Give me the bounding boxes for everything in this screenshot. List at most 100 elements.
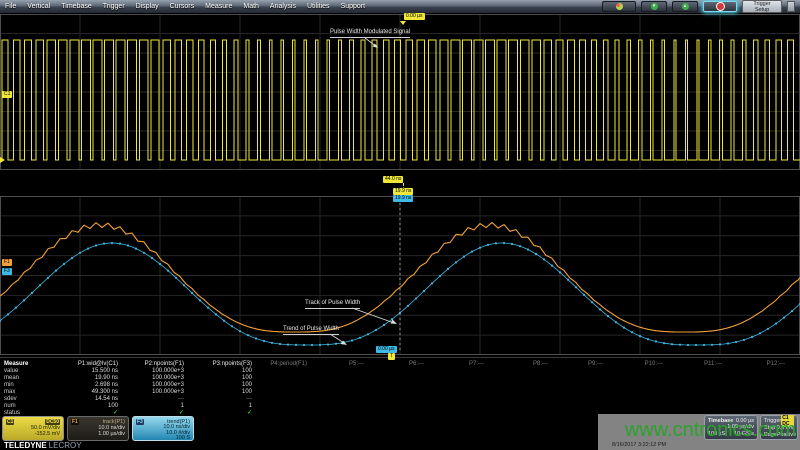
measure-table-title: Measure bbox=[4, 361, 28, 368]
stop-button[interactable] bbox=[703, 1, 737, 12]
menu-item-display[interactable]: Display bbox=[136, 3, 159, 10]
f3-trend-point bbox=[455, 261, 457, 263]
f3-trend-point bbox=[647, 338, 649, 340]
menu-item-analysis[interactable]: Analysis bbox=[270, 3, 296, 10]
measure-col-header-12[interactable]: P12:--- bbox=[767, 361, 785, 368]
menu-item-timebase[interactable]: Timebase bbox=[61, 3, 91, 10]
menu-item-measure[interactable]: Measure bbox=[205, 3, 232, 10]
measure-col-header-11[interactable]: P11:--- bbox=[704, 361, 722, 368]
f3-descriptor-box[interactable]: F3 trend(P1) 10.0 ns/div 10.0 #/div 100 … bbox=[132, 416, 194, 441]
trigger-setup-button[interactable]: Trigger Setup bbox=[742, 0, 782, 13]
c1-chip: C1 bbox=[6, 419, 14, 425]
f3-trend-point bbox=[143, 252, 145, 254]
menu-item-math[interactable]: Math bbox=[243, 3, 259, 10]
track-cursor-badge[interactable]: 19.9 ns bbox=[393, 188, 413, 195]
bottom-trend-badge[interactable]: 0.00 µs bbox=[376, 346, 397, 353]
f3-trend-point bbox=[543, 258, 545, 260]
brand-primary: TELEDYNE bbox=[4, 441, 47, 450]
measure-col-header-8[interactable]: P8:--- bbox=[533, 361, 548, 368]
f3-trend-point bbox=[303, 344, 305, 346]
menu-item-support[interactable]: Support bbox=[341, 3, 366, 10]
f3-trend-point bbox=[215, 313, 217, 315]
menu-item-vertical[interactable]: Vertical bbox=[27, 3, 50, 10]
f3-trend-point bbox=[607, 315, 609, 317]
measure-col-header-5[interactable]: P5:--- bbox=[349, 361, 364, 368]
measure-row-label-sdev: sdev bbox=[4, 396, 17, 403]
f1-function: track(P1) bbox=[103, 419, 125, 425]
measure-col-header-3[interactable]: P3:npoints(F3) bbox=[213, 361, 252, 368]
pwm-annotation: Pulse Width Modulated Signal bbox=[330, 29, 410, 38]
f3-trend-point bbox=[87, 248, 89, 250]
menu-item-utilities[interactable]: Utilities bbox=[307, 3, 330, 10]
measure-col-header-4[interactable]: P4:period(F1) bbox=[270, 361, 307, 368]
f3-trend-point bbox=[431, 282, 433, 284]
trigger-time-badge[interactable]: 0.00 µs bbox=[404, 13, 425, 20]
measure-value-p2-max: 100.000e+3 bbox=[152, 389, 184, 396]
measure-value-p3-mean: 100 bbox=[242, 375, 252, 382]
measure-value-p2-value: 100.000e+3 bbox=[152, 368, 184, 375]
c1-zero-marker[interactable] bbox=[0, 157, 5, 163]
trigger-setup-label-2: Setup bbox=[743, 7, 781, 13]
f3-trend-point bbox=[183, 284, 185, 286]
measure-col-header-1[interactable]: P1:wid@lv(C1) bbox=[78, 361, 118, 368]
menubar-corner[interactable] bbox=[787, 1, 795, 12]
f3-trend-point bbox=[687, 344, 689, 346]
toolbar: ▾ ▴ Trigger Setup bbox=[602, 0, 795, 13]
f3-trend-point bbox=[711, 344, 713, 346]
measure-value-p3-value: 100 bbox=[242, 368, 252, 375]
f3-trend-point bbox=[15, 307, 17, 309]
f3-trend-point bbox=[439, 275, 441, 277]
f3-trend-point bbox=[383, 324, 385, 326]
f3-trend-point bbox=[31, 292, 33, 294]
f3-trend-point bbox=[151, 257, 153, 259]
f3-trend-point bbox=[247, 334, 249, 336]
measure-value-p1-sdev: 14.54 ns bbox=[95, 396, 118, 403]
f3-trend-point bbox=[351, 339, 353, 341]
f3-level-badge[interactable]: F3 bbox=[2, 268, 12, 275]
f3-trend-point bbox=[471, 251, 473, 253]
measure-value-p3-sdev: --- bbox=[246, 396, 252, 403]
label-button[interactable] bbox=[602, 1, 636, 12]
menu-item-file[interactable]: File bbox=[5, 3, 16, 10]
f3-trend-point bbox=[487, 244, 489, 246]
measure-col-header-7[interactable]: P7:--- bbox=[469, 361, 484, 368]
measure-value-p2-min: 100.000e+3 bbox=[152, 382, 184, 389]
measure-table: MeasurevaluemeanminmaxsdevnumstatusP1:wi… bbox=[0, 357, 800, 416]
measure-value-p1-num: 100 bbox=[108, 403, 118, 410]
recall-waveform-icon: ▴ bbox=[682, 3, 689, 10]
f3-trend-point bbox=[671, 343, 673, 345]
f3-trend-point bbox=[623, 327, 625, 329]
menu-item-cursors[interactable]: Cursors bbox=[170, 3, 195, 10]
trend-cursor-badge[interactable]: 19.9 ns bbox=[393, 195, 413, 202]
c1-level-badge[interactable]: C1 bbox=[2, 91, 12, 98]
f3-trend-point bbox=[71, 257, 73, 259]
f3-trend-point bbox=[655, 340, 657, 342]
f3-trend-point bbox=[359, 337, 361, 339]
measure-col-header-10[interactable]: P10:--- bbox=[645, 361, 663, 368]
brand-logo: TELEDYNELECROY bbox=[4, 441, 82, 450]
measure-row-label-mean: mean bbox=[4, 375, 19, 382]
recall-waveform-button[interactable]: ▴ bbox=[672, 1, 698, 12]
f3-trend-point bbox=[367, 333, 369, 335]
trigger-position-marker[interactable] bbox=[400, 21, 406, 25]
gate-badge[interactable]: 44.0 ns bbox=[383, 176, 403, 183]
f3-trend-point bbox=[591, 301, 593, 303]
f1-descriptor-box[interactable]: F1 track(P1) 10.0 ns/div 1.00 µs/div bbox=[67, 416, 129, 441]
measure-value-p3-max: 100 bbox=[242, 389, 252, 396]
f3-trend-point bbox=[199, 299, 201, 301]
menu-item-trigger[interactable]: Trigger bbox=[103, 3, 125, 10]
measure-col-header-6[interactable]: P6:--- bbox=[409, 361, 424, 368]
f1-level-badge[interactable]: F1 bbox=[2, 259, 12, 266]
save-waveform-icon: ▾ bbox=[651, 3, 658, 10]
measure-row-label-value: value bbox=[4, 368, 18, 375]
bottom-trigger-badge[interactable]: T bbox=[388, 353, 395, 360]
f3-chip: F3 bbox=[136, 419, 144, 425]
c1-coupling: DC50 bbox=[45, 419, 60, 425]
measure-col-header-9[interactable]: P9:--- bbox=[588, 361, 603, 368]
f3-trend-point bbox=[175, 277, 177, 279]
c1-descriptor-box[interactable]: C1 DC50 50.0 mV/div -152.5 mV bbox=[2, 416, 64, 441]
measure-col-header-2[interactable]: P2:npoints(F1) bbox=[145, 361, 184, 368]
f3-trend-point bbox=[535, 253, 537, 255]
track-annotation: Track of Pulse Width bbox=[305, 300, 360, 309]
save-waveform-button[interactable]: ▾ bbox=[641, 1, 667, 12]
